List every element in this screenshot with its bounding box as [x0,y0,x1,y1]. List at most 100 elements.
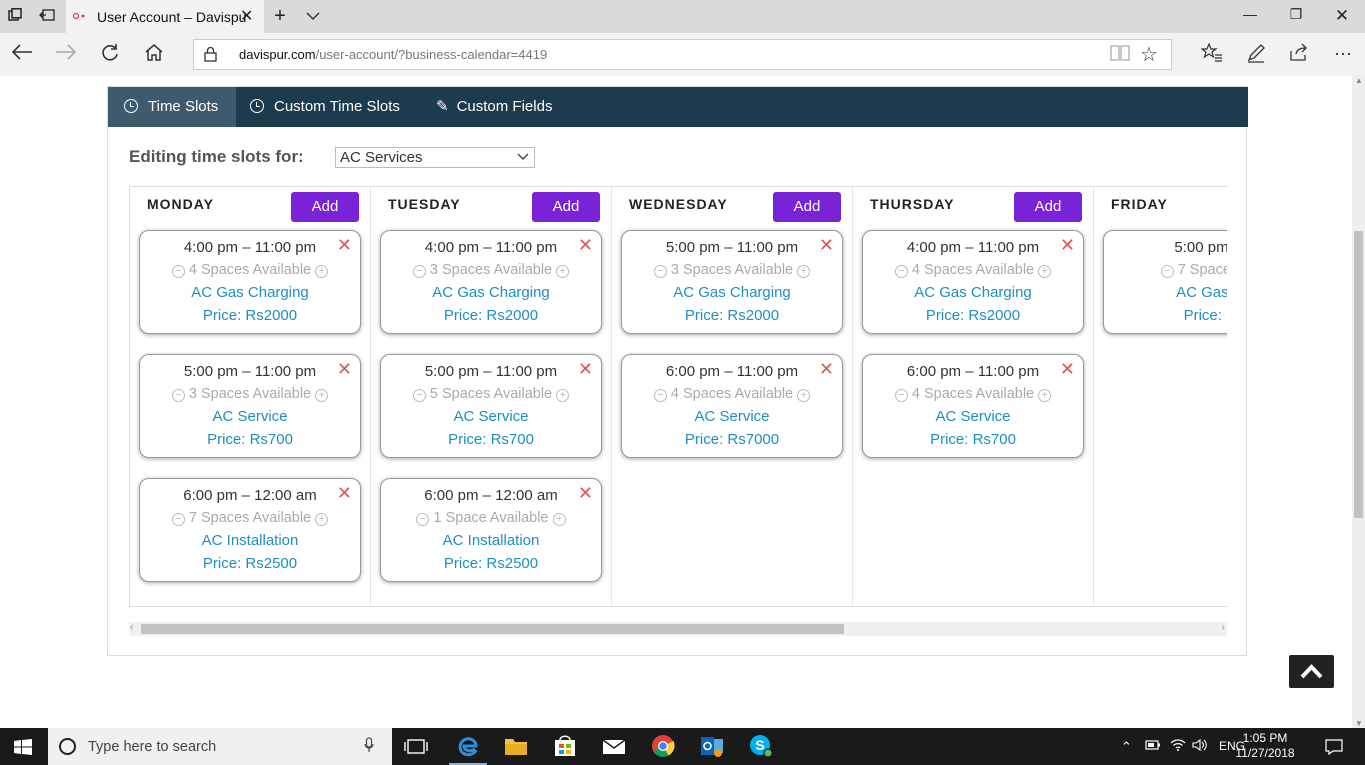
more-options-icon[interactable]: ⋯ [1331,43,1355,65]
page-scrollbar[interactable]: ▲ ▼ [1352,76,1365,728]
refresh-icon[interactable] [98,43,122,65]
minimize-icon[interactable]: — [1240,6,1260,22]
restore-icon[interactable]: ❐ [1286,6,1306,23]
delete-slot-icon[interactable]: ✕ [337,360,352,378]
delete-slot-icon[interactable]: ✕ [819,360,834,378]
decrease-spaces-icon[interactable]: − [653,265,667,278]
microphone-icon[interactable] [364,737,374,757]
calendar-scrollbar[interactable]: ‹ › [129,622,1227,636]
clock[interactable]: 1:05 PM 11/27/2018 [1225,731,1305,761]
task-view-icon[interactable] [404,734,430,758]
wifi-icon[interactable] [1170,739,1186,754]
slot-service-link[interactable]: AC Gas Charging [140,284,360,301]
delete-slot-icon[interactable]: ✕ [578,484,593,502]
taskbar-search-box[interactable]: Type here to search [48,728,392,765]
windows-start-icon[interactable] [14,739,32,755]
slot-service-link[interactable]: AC Gas Ch [1104,284,1227,301]
time-slot-card[interactable]: 6:00 pm – 11:00 pm ✕ − 4 Spaces Available … [621,354,843,458]
time-slot-card[interactable]: 4:00 pm – 11:00 pm ✕ − 3 Spaces Available … [380,230,602,334]
delete-slot-icon[interactable]: ✕ [578,360,593,378]
page-scrollbar-thumb[interactable] [1354,231,1363,518]
reading-view-icon[interactable] [1110,44,1130,67]
tab-custom-time-slots[interactable]: Custom Time Slots [236,87,408,127]
show-hidden-icons-chevron-icon[interactable]: ⌃ [1121,739,1132,755]
slot-service-link[interactable]: AC Installation [381,532,601,549]
tab-custom-fields[interactable]: ✎ Custom Fields [408,87,574,127]
decrease-spaces-icon[interactable]: − [171,389,185,402]
slot-service-link[interactable]: AC Gas Charging [622,284,842,301]
tab-preview-chevron-icon[interactable] [304,8,322,24]
service-select[interactable]: AC Services [335,147,535,168]
increase-spaces-icon[interactable]: + [1038,265,1052,278]
tab-actions-icon[interactable] [6,8,24,24]
favorite-star-icon[interactable]: ☆ [1140,42,1158,67]
close-window-icon[interactable]: ✕ [1332,6,1352,26]
slot-service-link[interactable]: AC Service [381,408,601,425]
volume-icon[interactable] [1192,738,1208,754]
new-tab-icon[interactable]: + [271,6,289,26]
time-slot-card[interactable]: 5:00 pm – 11:00 pm ✕ − 5 Spaces Available … [380,354,602,458]
time-slot-card[interactable]: 5:00 pm – 11:00 pm ✕ − 3 Spaces Available … [139,354,361,458]
increase-spaces-icon[interactable]: + [552,513,566,526]
increase-spaces-icon[interactable]: + [797,389,811,402]
file-explorer-icon[interactable] [503,734,529,758]
slot-service-link[interactable]: AC Gas Charging [863,284,1083,301]
increase-spaces-icon[interactable]: + [315,265,329,278]
set-tabs-aside-icon[interactable] [38,8,56,24]
increase-spaces-icon[interactable]: + [315,389,329,402]
increase-spaces-icon[interactable]: + [1038,389,1052,402]
home-icon[interactable] [142,43,166,65]
slot-service-link[interactable]: AC Service [863,408,1083,425]
decrease-spaces-icon[interactable]: − [412,389,426,402]
slot-service-link[interactable]: AC Service [140,408,360,425]
back-to-top-button[interactable] [1289,655,1334,688]
add-slot-button[interactable]: Add [291,192,359,222]
add-slot-button[interactable]: Add [532,192,600,222]
delete-slot-icon[interactable]: ✕ [578,236,593,254]
slot-service-link[interactable]: AC Service [622,408,842,425]
action-center-icon[interactable] [1325,739,1343,758]
tab-time-slots[interactable]: Time Slots [108,87,236,127]
decrease-spaces-icon[interactable]: − [1160,265,1174,278]
battery-icon[interactable] [1145,739,1161,754]
web-note-pen-icon[interactable] [1244,43,1268,65]
delete-slot-icon[interactable]: ✕ [819,236,834,254]
chrome-icon[interactable] [650,734,676,758]
edge-browser-icon[interactable] [449,734,487,765]
time-slot-card[interactable]: 6:00 pm – 12:00 am ✕ − 1 Space Available +… [380,478,602,582]
delete-slot-icon[interactable]: ✕ [337,484,352,502]
calendar-scrollbar-thumb[interactable] [141,624,844,634]
store-icon[interactable] [552,734,578,758]
skype-icon[interactable]: S [748,734,774,758]
decrease-spaces-icon[interactable]: − [171,265,185,278]
increase-spaces-icon[interactable]: + [797,265,811,278]
time-slot-card[interactable]: 4:00 pm – 11:00 pm ✕ − 4 Spaces Available … [862,230,1084,334]
increase-spaces-icon[interactable]: + [556,389,570,402]
outlook-icon[interactable] [699,734,725,758]
time-slot-card[interactable]: 5:00 pm – 1✕− 7 Spaces A +AC Gas ChPrice… [1103,230,1227,334]
scroll-left-icon[interactable]: ‹ [130,622,133,633]
scroll-down-icon[interactable]: ▼ [1355,719,1363,728]
increase-spaces-icon[interactable]: + [556,265,570,278]
time-slot-card[interactable]: 6:00 pm – 12:00 am ✕ − 7 Spaces Available … [139,478,361,582]
favorites-hub-icon[interactable] [1200,42,1224,65]
back-icon[interactable] [10,43,34,65]
decrease-spaces-icon[interactable]: − [894,389,908,402]
decrease-spaces-icon[interactable]: − [412,265,426,278]
scroll-up-icon[interactable]: ▲ [1355,76,1363,85]
scroll-right-icon[interactable]: › [1222,622,1225,633]
slot-service-link[interactable]: AC Installation [140,532,360,549]
time-slot-card[interactable]: 5:00 pm – 11:00 pm ✕ − 3 Spaces Available … [621,230,843,334]
increase-spaces-icon[interactable]: + [315,513,329,526]
delete-slot-icon[interactable]: ✕ [1060,236,1075,254]
add-slot-button[interactable]: Add [1014,192,1082,222]
slot-service-link[interactable]: AC Gas Charging [381,284,601,301]
decrease-spaces-icon[interactable]: − [171,513,185,526]
close-tab-icon[interactable]: ✕ [240,6,253,26]
delete-slot-icon[interactable]: ✕ [337,236,352,254]
forward-icon[interactable] [54,43,78,65]
delete-slot-icon[interactable]: ✕ [1060,360,1075,378]
address-bar[interactable]: davispur.com/user-account/?business-cale… [193,39,1172,70]
mail-icon[interactable] [601,734,627,758]
decrease-spaces-icon[interactable]: − [894,265,908,278]
